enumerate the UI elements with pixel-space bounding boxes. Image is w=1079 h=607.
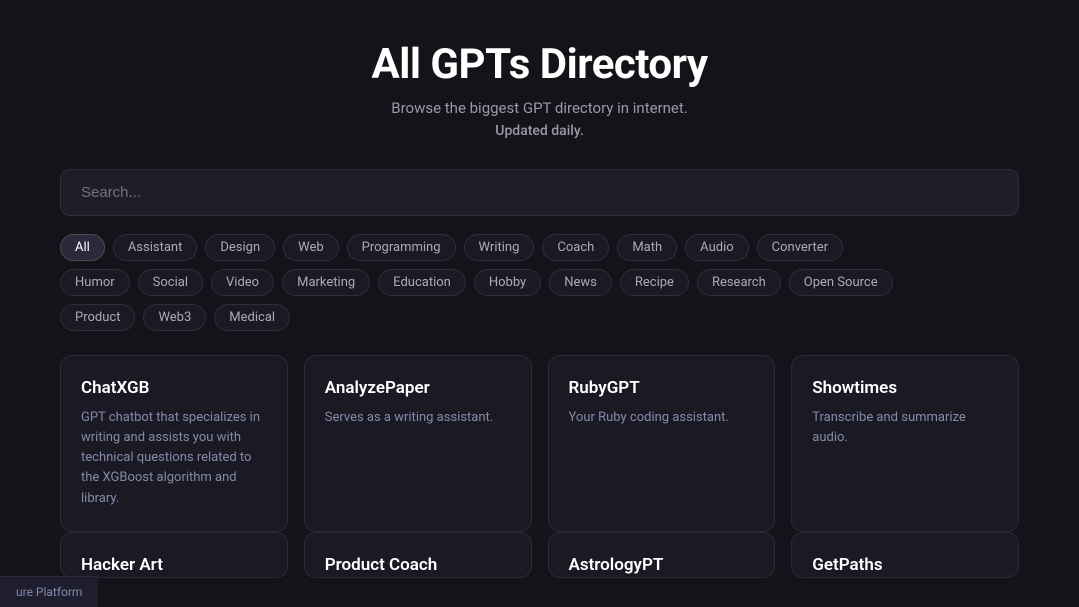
card-partial-astrologypt[interactable]: AstrologyPT — [548, 532, 776, 578]
filter-tag-assistant[interactable]: Assistant — [113, 234, 198, 261]
filter-tag-video[interactable]: Video — [211, 269, 274, 296]
card-description: Serves as a writing assistant. — [325, 408, 511, 428]
filter-tag-research[interactable]: Research — [697, 269, 781, 296]
card-title: AnalyzePaper — [325, 378, 511, 398]
bottom-bar: ure Platform — [0, 576, 98, 607]
card-description: Your Ruby coding assistant. — [569, 408, 755, 428]
filter-rows: All Assistant Design Web Programming Writing C… — [60, 234, 1019, 331]
cards-grid: ChatXGB GPT chatbot that specializes in … — [60, 355, 1019, 532]
filter-tag-web3[interactable]: Web3 — [143, 304, 206, 331]
card-showtimes[interactable]: Showtimes Transcribe and summarize audio… — [791, 355, 1019, 532]
filter-tag-hobby[interactable]: Hobby — [474, 269, 541, 296]
card-partial-product-coach[interactable]: Product Coach — [304, 532, 532, 578]
filter-tag-social[interactable]: Social — [138, 269, 203, 296]
card-partial-hacker-art[interactable]: Hacker Art — [60, 532, 288, 578]
card-chatxgb[interactable]: ChatXGB GPT chatbot that specializes in … — [60, 355, 288, 532]
filter-tag-writing[interactable]: Writing — [464, 234, 535, 261]
bottom-partial-grid: Hacker Art Product Coach AstrologyPT GetPat… — [60, 532, 1019, 578]
page-subtitle: Browse the biggest GPT directory in inte… — [60, 99, 1019, 117]
filter-tag-humor[interactable]: Humor — [60, 269, 130, 296]
card-partial-title: AstrologyPT — [569, 555, 664, 575]
card-description: Transcribe and summarize audio. — [812, 408, 998, 448]
filter-tag-education[interactable]: Education — [378, 269, 466, 296]
bottom-bar-label: ure Platform — [16, 585, 82, 599]
filter-tag-web[interactable]: Web — [283, 234, 339, 261]
filter-tag-news[interactable]: News — [549, 269, 612, 296]
card-partial-title: Hacker Art — [81, 555, 163, 575]
filter-tag-design[interactable]: Design — [205, 234, 275, 261]
card-rubygpt[interactable]: RubyGPT Your Ruby coding assistant. — [548, 355, 776, 532]
filter-tag-product[interactable]: Product — [60, 304, 135, 331]
card-title: Showtimes — [812, 378, 998, 398]
filter-tag-math[interactable]: Math — [617, 234, 677, 261]
page-wrapper: All GPTs Directory Browse the biggest GP… — [0, 0, 1079, 607]
filter-row-1: All Assistant Design Web Programming Writing C… — [60, 234, 1019, 261]
filter-tag-programming[interactable]: Programming — [347, 234, 456, 261]
card-description: GPT chatbot that specializes in writing … — [81, 408, 267, 509]
card-partial-getpaths[interactable]: GetPaths — [791, 532, 1019, 578]
card-title: RubyGPT — [569, 378, 755, 398]
filter-tag-coach[interactable]: Coach — [542, 234, 609, 261]
filter-tag-medical[interactable]: Medical — [214, 304, 290, 331]
card-analyzepaper[interactable]: AnalyzePaper Serves as a writing assista… — [304, 355, 532, 532]
filter-tag-audio[interactable]: Audio — [685, 234, 748, 261]
page-title: All GPTs Directory — [60, 40, 1019, 89]
filter-tag-marketing[interactable]: Marketing — [282, 269, 370, 296]
filter-tag-all[interactable]: All — [60, 234, 105, 261]
page-updated: Updated daily. — [60, 123, 1019, 139]
search-input[interactable] — [60, 169, 1019, 216]
filter-tag-recipe[interactable]: Recipe — [620, 269, 689, 296]
filter-row-3: Product Web3 Medical — [60, 304, 1019, 331]
filter-tag-open-source[interactable]: Open Source — [789, 269, 893, 296]
filter-tag-converter[interactable]: Converter — [757, 234, 843, 261]
page-header: All GPTs Directory Browse the biggest GP… — [60, 40, 1019, 139]
card-partial-title: GetPaths — [812, 555, 882, 575]
card-title: ChatXGB — [81, 378, 267, 398]
card-partial-title: Product Coach — [325, 555, 438, 575]
filter-row-2: Humor Social Video Marketing Education Hobby N… — [60, 269, 1019, 296]
